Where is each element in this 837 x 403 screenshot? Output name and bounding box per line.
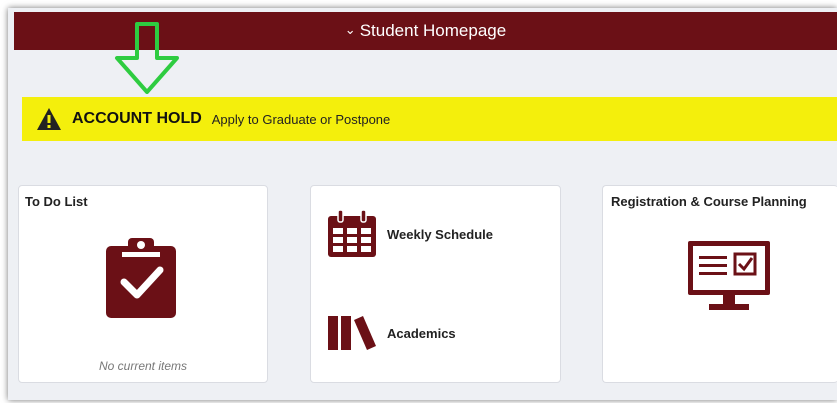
- clipboard-check-icon: [106, 238, 176, 318]
- alert-title: ACCOUNT HOLD: [72, 110, 202, 127]
- account-hold-banner[interactable]: ACCOUNT HOLD Apply to Graduate or Postpo…: [22, 97, 837, 141]
- alert-message-link[interactable]: Apply to Graduate or Postpone: [212, 112, 391, 127]
- warning-icon: [37, 108, 61, 130]
- quick-links-tile: Weekly Schedule Academics: [310, 185, 561, 383]
- academics-link[interactable]: Academics: [327, 314, 456, 352]
- monitor-form-icon: [688, 241, 770, 310]
- weekly-schedule-link[interactable]: Weekly Schedule: [327, 210, 493, 258]
- chevron-down-icon: ⌄: [344, 22, 356, 37]
- empty-state-text: No current items: [98, 359, 188, 373]
- calendar-icon: [328, 210, 376, 257]
- todo-list-title: To Do List: [25, 194, 88, 209]
- books-icon: [328, 316, 376, 350]
- todo-list-tile[interactable]: To Do List No current items: [18, 185, 268, 383]
- academics-label: Academics: [387, 325, 456, 341]
- header-title: Student Homepage: [359, 21, 507, 40]
- weekly-schedule-label: Weekly Schedule: [387, 226, 493, 242]
- annotation-arrow-icon: [115, 22, 179, 94]
- registration-title: Registration & Course Planning: [611, 194, 807, 209]
- registration-tile[interactable]: Registration & Course Planning: [602, 185, 837, 383]
